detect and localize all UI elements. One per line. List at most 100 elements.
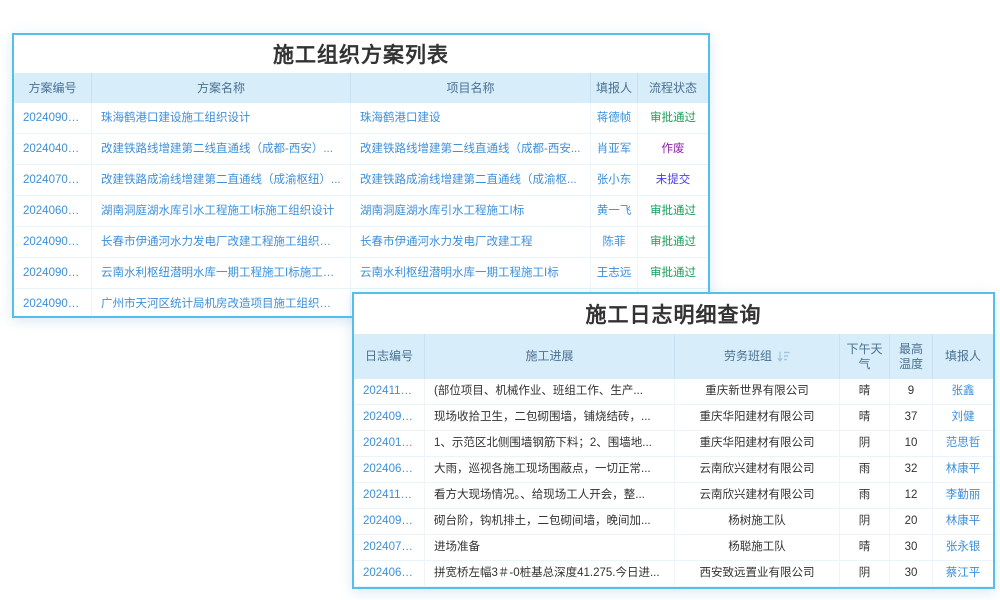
plan-id-link[interactable]: 2024090007 (14, 103, 92, 133)
max-temp-value: 10 (890, 431, 933, 456)
log-reporter-name[interactable]: 范思哲 (933, 431, 993, 456)
reporter-name[interactable]: 王志远 (591, 258, 638, 288)
table-row: 2024090009 砌台阶，钩机排土，二包砌间墙，晚间加... 杨树施工队 阴… (354, 509, 993, 535)
progress-text: 现场收拾卫生，二包砌围墙，铺烧结砖，... (425, 405, 675, 430)
max-temp-value: 20 (890, 509, 933, 534)
plan-id-link[interactable]: 2024040002 (14, 134, 92, 164)
col-progress: 施工进展 (425, 334, 675, 379)
table-row: 2024090006 长春市伊通河水力发电厂改建工程施工组织设计 长春市伊通河水… (14, 227, 708, 258)
table-row: 2024110013 (部位项目、机械作业、班组工作、生产... 重庆新世界有限… (354, 379, 993, 405)
plan-table-body: 2024090007 珠海鹤港口建设施工组织设计 珠海鹤港口建设 蒋德帧 审批通… (14, 103, 708, 318)
log-reporter-name[interactable]: 刘健 (933, 405, 993, 430)
reporter-name[interactable]: 陈菲 (591, 227, 638, 257)
log-id-link[interactable]: 2024010004 (354, 431, 425, 456)
status-badge: 未提交 (638, 165, 708, 195)
col-plan-name: 方案名称 (92, 73, 351, 103)
status-badge: 审批通过 (638, 258, 708, 288)
project-name-link[interactable]: 湖南洞庭湖水库引水工程施工I标 (351, 196, 591, 226)
plan-table-title: 施工组织方案列表 (14, 35, 708, 73)
log-reporter-name[interactable]: 李勤丽 (933, 483, 993, 508)
log-id-link[interactable]: 2024060003 (354, 457, 425, 482)
col-log-id: 日志编号 (354, 334, 425, 379)
plan-name-link[interactable]: 改建铁路线增建第二线直通线（成都-西安）... (92, 134, 351, 164)
weather-value: 阴 (840, 509, 890, 534)
labor-team-label: 劳务班组 (724, 349, 772, 364)
table-row: 2024060004 湖南洞庭湖水库引水工程施工I标施工组织设计 湖南洞庭湖水库… (14, 196, 708, 227)
sort-icon[interactable] (777, 351, 790, 362)
table-row: 20240650002 拼宽桥左幅3＃-0桩基总深度41.275.今日进... … (354, 561, 993, 587)
project-name-link[interactable]: 云南水利枢纽潜明水库一期工程施工I标 (351, 258, 591, 288)
plan-name-link[interactable]: 云南水利枢纽潜明水库一期工程施工I标施工组... (92, 258, 351, 288)
plan-name-link[interactable]: 长春市伊通河水力发电厂改建工程施工组织设计 (92, 227, 351, 257)
log-reporter-name[interactable]: 张永银 (933, 535, 993, 560)
max-temp-value: 12 (890, 483, 933, 508)
reporter-name[interactable]: 黄一飞 (591, 196, 638, 226)
col-reporter: 填报人 (591, 73, 638, 103)
weather-value: 阴 (840, 561, 890, 586)
plan-name-link[interactable]: 广州市天河区统计局机房改造项目施工组织设计 (92, 289, 351, 318)
plan-name-link[interactable]: 珠海鹤港口建设施工组织设计 (92, 103, 351, 133)
col-log-reporter: 填报人 (933, 334, 993, 379)
progress-text: 拼宽桥左幅3＃-0桩基总深度41.275.今日进... (425, 561, 675, 586)
plan-id-link[interactable]: 2024090006 (14, 227, 92, 257)
col-project-name: 项目名称 (351, 73, 591, 103)
log-table-header: 日志编号 施工进展 劳务班组 下午天气 最高温度 填报人 (354, 334, 993, 379)
log-id-link[interactable]: 2024090009 (354, 509, 425, 534)
plan-id-link[interactable]: 2024090005 (14, 258, 92, 288)
project-name-link[interactable]: 长春市伊通河水力发电厂改建工程 (351, 227, 591, 257)
plan-id-link[interactable]: 2024070005 (14, 165, 92, 195)
project-name-link[interactable]: 珠海鹤港口建设 (351, 103, 591, 133)
reporter-name[interactable]: 张小东 (591, 165, 638, 195)
labor-team-name: 西安致远置业有限公司 (675, 561, 840, 586)
log-id-link[interactable]: 2024110001 (354, 483, 425, 508)
project-name-link[interactable]: 改建铁路成渝线增建第二直通线（成渝枢... (351, 165, 591, 195)
plan-table-card: 施工组织方案列表 方案编号 方案名称 项目名称 填报人 流程状态 2024090… (12, 33, 710, 318)
status-badge: 审批通过 (638, 103, 708, 133)
log-id-link[interactable]: 2024090004 (354, 405, 425, 430)
weather-value: 晴 (840, 405, 890, 430)
labor-team-name: 重庆新世界有限公司 (675, 379, 840, 404)
table-row: 2024060003 大雨，巡视各施工现场围蔽点，一切正常... 云南欣兴建材有… (354, 457, 993, 483)
progress-text: 看方大现场情况。、给现场工人开会，整... (425, 483, 675, 508)
log-table-body: 2024110013 (部位项目、机械作业、班组工作、生产... 重庆新世界有限… (354, 379, 993, 587)
labor-team-name: 云南欣兴建材有限公司 (675, 483, 840, 508)
plan-id-link[interactable]: 2024090006 (14, 289, 92, 318)
plan-name-link[interactable]: 湖南洞庭湖水库引水工程施工I标施工组织设计 (92, 196, 351, 226)
project-name-link[interactable]: 改建铁路线增建第二线直通线（成都-西安... (351, 134, 591, 164)
reporter-name[interactable]: 蒋德帧 (591, 103, 638, 133)
table-row: 2024040002 改建铁路线增建第二线直通线（成都-西安）... 改建铁路线… (14, 134, 708, 165)
log-table-title: 施工日志明细查询 (354, 294, 993, 334)
max-temp-value: 30 (890, 535, 933, 560)
log-id-link[interactable]: 2024070011 (354, 535, 425, 560)
reporter-name[interactable]: 肖亚军 (591, 134, 638, 164)
log-id-link[interactable]: 20240650002 (354, 561, 425, 586)
status-badge: 审批通过 (638, 196, 708, 226)
weather-value: 晴 (840, 535, 890, 560)
plan-name-link[interactable]: 改建铁路成渝线增建第二直通线（成渝枢纽）... (92, 165, 351, 195)
plan-table-header: 方案编号 方案名称 项目名称 填报人 流程状态 (14, 73, 708, 103)
log-reporter-name[interactable]: 林康平 (933, 457, 993, 482)
labor-team-name: 重庆华阳建材有限公司 (675, 405, 840, 430)
log-reporter-name[interactable]: 林康平 (933, 509, 993, 534)
status-badge: 作废 (638, 134, 708, 164)
progress-text: 进场准备 (425, 535, 675, 560)
col-max-temp: 最高温度 (890, 334, 933, 379)
progress-text: (部位项目、机械作业、班组工作、生产... (425, 379, 675, 404)
log-id-link[interactable]: 2024110013 (354, 379, 425, 404)
col-labor-team[interactable]: 劳务班组 (675, 334, 840, 379)
progress-text: 大雨，巡视各施工现场围蔽点，一切正常... (425, 457, 675, 482)
weather-value: 雨 (840, 457, 890, 482)
max-temp-value: 9 (890, 379, 933, 404)
col-afternoon-weather: 下午天气 (840, 334, 890, 379)
weather-value: 晴 (840, 379, 890, 404)
log-table-card: 施工日志明细查询 日志编号 施工进展 劳务班组 下午天气 最高温度 填报人 20… (352, 292, 995, 589)
progress-text: 砌台阶，钩机排土，二包砌间墙，晚间加... (425, 509, 675, 534)
table-row: 2024090007 珠海鹤港口建设施工组织设计 珠海鹤港口建设 蒋德帧 审批通… (14, 103, 708, 134)
weather-value: 阴 (840, 431, 890, 456)
log-reporter-name[interactable]: 蔡江平 (933, 561, 993, 586)
max-temp-value: 30 (890, 561, 933, 586)
status-badge: 审批通过 (638, 227, 708, 257)
log-reporter-name[interactable]: 张鑫 (933, 379, 993, 404)
plan-id-link[interactable]: 2024060004 (14, 196, 92, 226)
table-row: 2024090005 云南水利枢纽潜明水库一期工程施工I标施工组... 云南水利… (14, 258, 708, 289)
